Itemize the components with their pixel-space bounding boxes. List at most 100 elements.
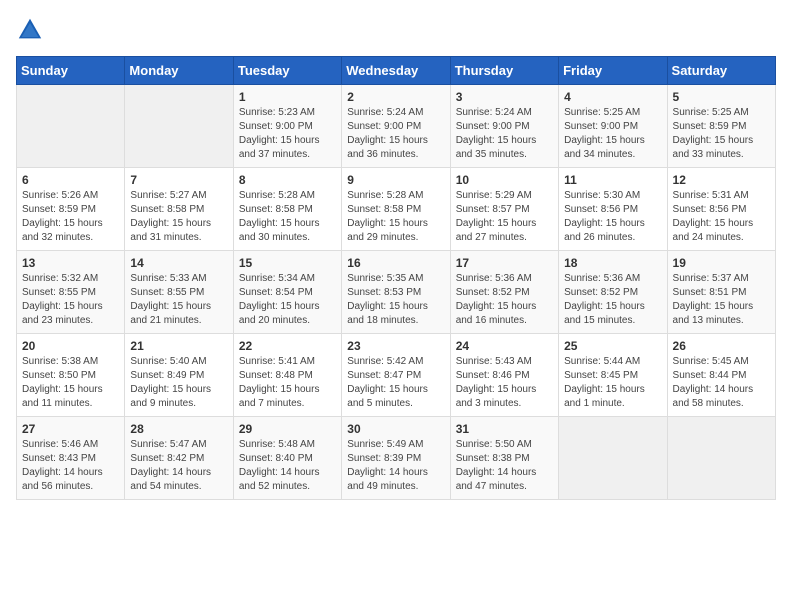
day-number: 4 — [564, 90, 661, 104]
day-info: Sunrise: 5:40 AM Sunset: 8:49 PM Dayligh… — [130, 355, 227, 411]
calendar-cell: 31 Sunrise: 5:50 AM Sunset: 8:38 PM Dayli… — [450, 417, 558, 500]
weekday-header-row: SundayMondayTuesdayWednesdayThursdayFrid… — [17, 57, 776, 85]
calendar-cell: 12 Sunrise: 5:31 AM Sunset: 8:56 PM Dayli… — [667, 168, 775, 251]
day-number: 3 — [456, 90, 553, 104]
day-number: 13 — [22, 256, 119, 270]
day-number: 31 — [456, 422, 553, 436]
day-info: Sunrise: 5:34 AM Sunset: 8:54 PM Dayligh… — [239, 272, 336, 328]
day-number: 21 — [130, 339, 227, 353]
calendar-cell: 13Sunrise: 5:32 AM Sunset: 8:55 PM Dayli… — [17, 251, 125, 334]
calendar-week-5: 27 Sunrise: 5:46 AM Sunset: 8:43 PM Dayli… — [17, 417, 776, 500]
day-number: 8 — [239, 173, 336, 187]
day-number: 10 — [456, 173, 553, 187]
calendar-cell: 28 Sunrise: 5:47 AM Sunset: 8:42 PM Dayli… — [125, 417, 233, 500]
day-info: Sunrise: 5:46 AM Sunset: 8:43 PM Dayligh… — [22, 438, 119, 494]
day-number: 7 — [130, 173, 227, 187]
day-info: Sunrise: 5:27 AM Sunset: 8:58 PM Dayligh… — [130, 189, 227, 245]
calendar-cell: 17 Sunrise: 5:36 AM Sunset: 8:52 PM Dayli… — [450, 251, 558, 334]
calendar-week-4: 20Sunrise: 5:38 AM Sunset: 8:50 PM Dayli… — [17, 334, 776, 417]
day-info: Sunrise: 5:45 AM Sunset: 8:44 PM Dayligh… — [673, 355, 770, 411]
weekday-header-sunday: Sunday — [17, 57, 125, 85]
calendar-cell: 18 Sunrise: 5:36 AM Sunset: 8:52 PM Dayli… — [559, 251, 667, 334]
day-info: Sunrise: 5:47 AM Sunset: 8:42 PM Dayligh… — [130, 438, 227, 494]
day-number: 28 — [130, 422, 227, 436]
day-info: Sunrise: 5:30 AM Sunset: 8:56 PM Dayligh… — [564, 189, 661, 245]
day-info: Sunrise: 5:35 AM Sunset: 8:53 PM Dayligh… — [347, 272, 444, 328]
day-info: Sunrise: 5:50 AM Sunset: 8:38 PM Dayligh… — [456, 438, 553, 494]
day-number: 17 — [456, 256, 553, 270]
calendar-cell: 15 Sunrise: 5:34 AM Sunset: 8:54 PM Dayli… — [233, 251, 341, 334]
calendar-cell: 10 Sunrise: 5:29 AM Sunset: 8:57 PM Dayli… — [450, 168, 558, 251]
day-number: 16 — [347, 256, 444, 270]
day-number: 12 — [673, 173, 770, 187]
calendar-cell: 8 Sunrise: 5:28 AM Sunset: 8:58 PM Daylig… — [233, 168, 341, 251]
calendar-cell: 3 Sunrise: 5:24 AM Sunset: 9:00 PM Daylig… — [450, 85, 558, 168]
calendar-cell: 11Sunrise: 5:30 AM Sunset: 8:56 PM Dayli… — [559, 168, 667, 251]
calendar-week-1: 1 Sunrise: 5:23 AM Sunset: 9:00 PM Daylig… — [17, 85, 776, 168]
calendar-cell: 7 Sunrise: 5:27 AM Sunset: 8:58 PM Daylig… — [125, 168, 233, 251]
day-info: Sunrise: 5:44 AM Sunset: 8:45 PM Dayligh… — [564, 355, 661, 411]
day-info: Sunrise: 5:37 AM Sunset: 8:51 PM Dayligh… — [673, 272, 770, 328]
day-info: Sunrise: 5:33 AM Sunset: 8:55 PM Dayligh… — [130, 272, 227, 328]
weekday-header-wednesday: Wednesday — [342, 57, 450, 85]
day-number: 23 — [347, 339, 444, 353]
calendar-cell: 19 Sunrise: 5:37 AM Sunset: 8:51 PM Dayli… — [667, 251, 775, 334]
calendar-cell: 24Sunrise: 5:43 AM Sunset: 8:46 PM Dayli… — [450, 334, 558, 417]
calendar-cell: 23 Sunrise: 5:42 AM Sunset: 8:47 PM Dayli… — [342, 334, 450, 417]
day-info: Sunrise: 5:25 AM Sunset: 9:00 PM Dayligh… — [564, 106, 661, 162]
day-info: Sunrise: 5:24 AM Sunset: 9:00 PM Dayligh… — [456, 106, 553, 162]
day-info: Sunrise: 5:36 AM Sunset: 8:52 PM Dayligh… — [564, 272, 661, 328]
day-info: Sunrise: 5:31 AM Sunset: 8:56 PM Dayligh… — [673, 189, 770, 245]
calendar-cell: 2 Sunrise: 5:24 AM Sunset: 9:00 PM Daylig… — [342, 85, 450, 168]
day-info: Sunrise: 5:49 AM Sunset: 8:39 PM Dayligh… — [347, 438, 444, 494]
day-number: 18 — [564, 256, 661, 270]
calendar-cell — [125, 85, 233, 168]
calendar-cell: 27 Sunrise: 5:46 AM Sunset: 8:43 PM Dayli… — [17, 417, 125, 500]
weekday-header-tuesday: Tuesday — [233, 57, 341, 85]
calendar-week-2: 6 Sunrise: 5:26 AM Sunset: 8:59 PM Daylig… — [17, 168, 776, 251]
day-number: 30 — [347, 422, 444, 436]
calendar-cell: 25 Sunrise: 5:44 AM Sunset: 8:45 PM Dayli… — [559, 334, 667, 417]
calendar-cell: 16 Sunrise: 5:35 AM Sunset: 8:53 PM Dayli… — [342, 251, 450, 334]
calendar-cell — [17, 85, 125, 168]
calendar-cell: 6 Sunrise: 5:26 AM Sunset: 8:59 PM Daylig… — [17, 168, 125, 251]
day-info: Sunrise: 5:42 AM Sunset: 8:47 PM Dayligh… — [347, 355, 444, 411]
calendar-cell: 21 Sunrise: 5:40 AM Sunset: 8:49 PM Dayli… — [125, 334, 233, 417]
day-number: 2 — [347, 90, 444, 104]
day-number: 26 — [673, 339, 770, 353]
day-info: Sunrise: 5:28 AM Sunset: 8:58 PM Dayligh… — [239, 189, 336, 245]
calendar-cell: 22Sunrise: 5:41 AM Sunset: 8:48 PM Dayli… — [233, 334, 341, 417]
logo — [16, 16, 48, 44]
day-number: 27 — [22, 422, 119, 436]
weekday-header-friday: Friday — [559, 57, 667, 85]
day-number: 15 — [239, 256, 336, 270]
day-info: Sunrise: 5:24 AM Sunset: 9:00 PM Dayligh… — [347, 106, 444, 162]
day-number: 6 — [22, 173, 119, 187]
day-info: Sunrise: 5:25 AM Sunset: 8:59 PM Dayligh… — [673, 106, 770, 162]
calendar-cell: 1 Sunrise: 5:23 AM Sunset: 9:00 PM Daylig… — [233, 85, 341, 168]
calendar-cell: 4 Sunrise: 5:25 AM Sunset: 9:00 PM Daylig… — [559, 85, 667, 168]
day-info: Sunrise: 5:38 AM Sunset: 8:50 PM Dayligh… — [22, 355, 119, 411]
day-number: 22 — [239, 339, 336, 353]
weekday-header-saturday: Saturday — [667, 57, 775, 85]
calendar-cell — [559, 417, 667, 500]
day-info: Sunrise: 5:26 AM Sunset: 8:59 PM Dayligh… — [22, 189, 119, 245]
calendar-cell: 14 Sunrise: 5:33 AM Sunset: 8:55 PM Dayli… — [125, 251, 233, 334]
day-number: 5 — [673, 90, 770, 104]
day-number: 14 — [130, 256, 227, 270]
calendar-cell: 9 Sunrise: 5:28 AM Sunset: 8:58 PM Daylig… — [342, 168, 450, 251]
day-info: Sunrise: 5:23 AM Sunset: 9:00 PM Dayligh… — [239, 106, 336, 162]
day-number: 9 — [347, 173, 444, 187]
calendar-cell: 5 Sunrise: 5:25 AM Sunset: 8:59 PM Daylig… — [667, 85, 775, 168]
day-info: Sunrise: 5:48 AM Sunset: 8:40 PM Dayligh… — [239, 438, 336, 494]
day-info: Sunrise: 5:29 AM Sunset: 8:57 PM Dayligh… — [456, 189, 553, 245]
calendar-cell: 30 Sunrise: 5:49 AM Sunset: 8:39 PM Dayli… — [342, 417, 450, 500]
day-number: 19 — [673, 256, 770, 270]
day-info: Sunrise: 5:36 AM Sunset: 8:52 PM Dayligh… — [456, 272, 553, 328]
day-info: Sunrise: 5:28 AM Sunset: 8:58 PM Dayligh… — [347, 189, 444, 245]
day-number: 1 — [239, 90, 336, 104]
day-number: 25 — [564, 339, 661, 353]
calendar-cell — [667, 417, 775, 500]
day-number: 29 — [239, 422, 336, 436]
calendar-cell: 20Sunrise: 5:38 AM Sunset: 8:50 PM Dayli… — [17, 334, 125, 417]
